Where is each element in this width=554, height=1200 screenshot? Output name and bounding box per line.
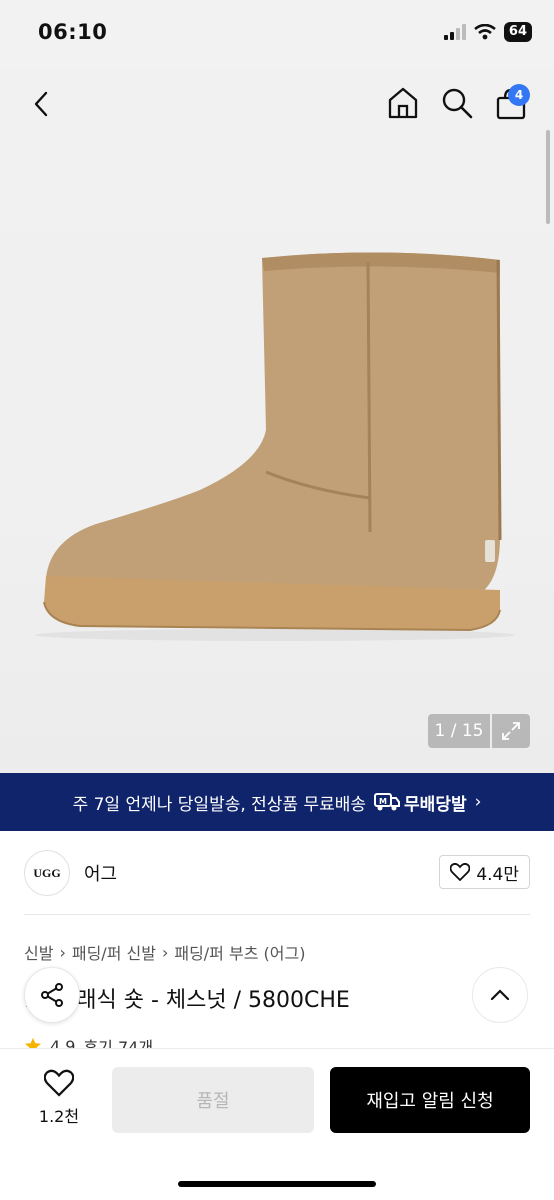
status-bar: 06:10 64 [0, 0, 554, 70]
chevron-up-icon [490, 989, 510, 1001]
brand-row: UGG 어그 4.4만 [24, 848, 530, 898]
breadcrumb: 신발 › 패딩/퍼 신발 › 패딩/퍼 부츠 (어그) [24, 940, 305, 964]
breadcrumb-separator: › [161, 942, 169, 962]
delivery-truck-icon: M [374, 793, 401, 811]
cart-count-badge: 4 [508, 84, 530, 106]
heart-icon [450, 863, 471, 881]
breadcrumb-item[interactable]: 패딩/퍼 부츠 (어그) [174, 940, 305, 964]
back-icon[interactable] [26, 88, 58, 120]
brand-like-button[interactable]: 4.4만 [439, 855, 530, 889]
promo-banner[interactable]: 주 7일 언제나 당일발송, 전상품 무료배송 M 무배당발 › [0, 773, 554, 831]
breadcrumb-separator: › [59, 942, 66, 962]
bottom-action-bar: 1.2천 품절 재입고 알림 신청 [0, 1048, 554, 1200]
brand-name[interactable]: 어그 [84, 860, 117, 886]
svg-text:M: M [379, 797, 387, 806]
home-icon[interactable] [386, 86, 420, 120]
wish-button[interactable]: 1.2천 [28, 1069, 90, 1133]
collapse-button[interactable] [472, 967, 528, 1023]
share-icon [41, 983, 63, 1007]
home-indicator [178, 1181, 376, 1187]
wish-count: 1.2천 [38, 1107, 80, 1126]
breadcrumb-item[interactable]: 신발 [24, 940, 53, 964]
soldout-button[interactable]: 품절 [112, 1067, 314, 1133]
promo-brand-label: 무배당발 [404, 794, 467, 815]
signal-icon [443, 24, 466, 40]
promo-brand: M 무배당발 [374, 790, 467, 815]
divider [24, 914, 530, 915]
expand-button[interactable] [492, 714, 530, 748]
product-image [35, 252, 515, 641]
promo-chevron-icon: › [474, 792, 482, 812]
image-counter: 1 / 15 [428, 714, 490, 748]
promo-text: 주 7일 언제나 당일발송, 전상품 무료배송 [72, 794, 367, 815]
battery-indicator: 64 [503, 22, 532, 42]
wifi-icon [474, 24, 496, 40]
breadcrumb-item[interactable]: 패딩/퍼 신발 [72, 940, 156, 964]
scroll-indicator [546, 130, 550, 224]
product-gallery[interactable]: 4 1 / 15 [0, 70, 554, 773]
status-time: 06:10 [38, 20, 108, 44]
search-icon[interactable] [440, 86, 474, 120]
restock-alert-button[interactable]: 재입고 알림 신청 [330, 1067, 530, 1133]
expand-icon [502, 722, 520, 740]
brand-like-count: 4.4만 [476, 864, 519, 885]
brand-logo[interactable]: UGG [24, 850, 70, 896]
heart-icon [44, 1069, 74, 1097]
status-icons: 64 [443, 22, 532, 42]
share-button[interactable] [24, 967, 80, 1023]
